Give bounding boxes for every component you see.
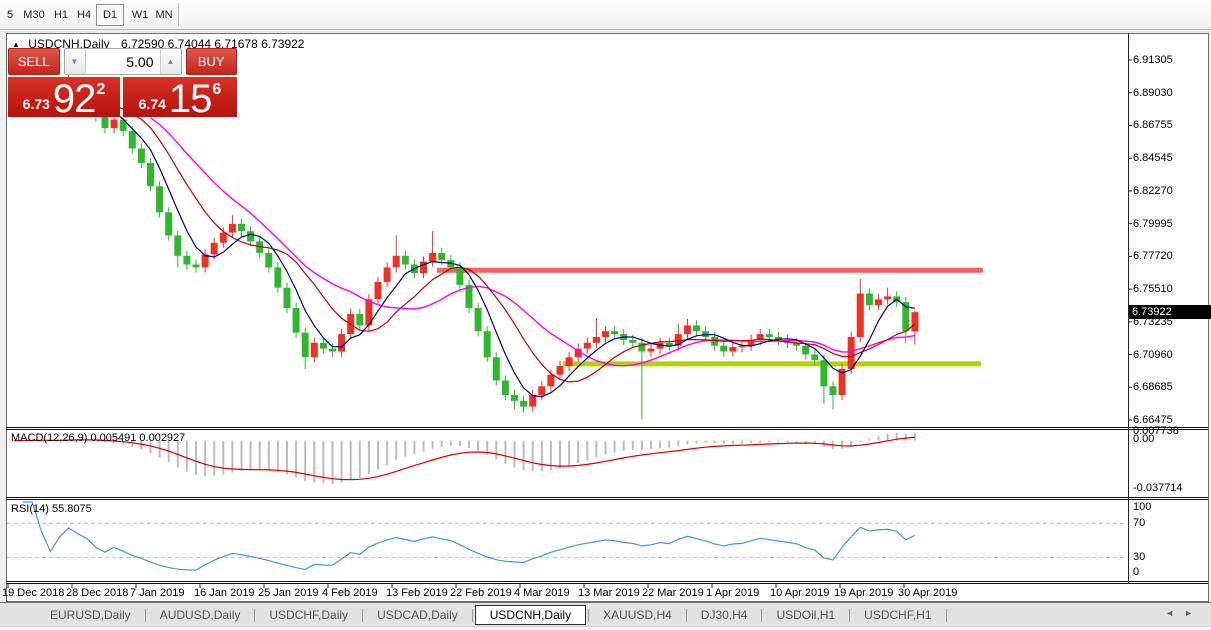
sell-price-base: 6.73 — [22, 96, 50, 112]
price-axis-label: 6.86755 — [1133, 119, 1173, 132]
chart-tab-usdcnh-daily[interactable]: USDCNH,Daily — [474, 605, 587, 625]
tab-scroll-right-icon[interactable]: ► — [1184, 608, 1203, 618]
date-axis-label: 16 Jan 2019 — [194, 587, 255, 599]
macd-axis-label: -0.037714 — [1133, 482, 1183, 494]
tab-separator — [471, 608, 473, 622]
volume-input[interactable] — [85, 49, 160, 74]
one-click-trading-panel: SELL ▼ ▲ BUY 6.73922 6.74156 — [8, 48, 237, 121]
date-axis-label: 19 Dec 2018 — [2, 587, 65, 599]
tab-separator — [144, 608, 146, 622]
chart-tab-xauusd-h4[interactable]: XAUUSD,H4 — [591, 606, 684, 624]
buy-price-base: 6.74 — [138, 96, 166, 112]
rsi-axis-label: 30 — [1133, 551, 1146, 563]
date-axis-label: 4 Mar 2019 — [514, 587, 570, 599]
price-axis-label: 6.79995 — [1133, 217, 1173, 230]
price-axis-label: 6.75510 — [1133, 283, 1173, 296]
chart-tab-audusd-daily[interactable]: AUDUSD,Daily — [148, 606, 253, 624]
buy-button[interactable]: BUY — [185, 48, 237, 75]
volume-stepper: ▼ ▲ — [63, 48, 182, 75]
volume-increase-button[interactable]: ▲ — [159, 49, 181, 74]
chart-tab-usdchf-daily[interactable]: USDCHF,Daily — [257, 606, 360, 624]
buy-price-sup: 6 — [212, 81, 222, 98]
rsi-indicator-label: RSI(14) 55.8075 — [11, 503, 92, 515]
spinner-up-icon: ▲ — [166, 57, 175, 66]
date-axis-label: 7 Jan 2019 — [130, 587, 185, 599]
date-axis-label: 25 Jan 2019 — [258, 587, 319, 599]
price-axis-label: 6.91305 — [1133, 54, 1173, 66]
sell-price-sup: 2 — [96, 81, 106, 98]
price-axis-label: 6.77720 — [1133, 250, 1173, 263]
spinner-down-icon: ▼ — [70, 57, 79, 66]
tab-separator — [254, 608, 256, 622]
current-price-badge: 6.73922 — [1129, 305, 1211, 320]
date-axis-label: 1 Apr 2019 — [706, 587, 760, 599]
sell-price-display[interactable]: 6.73 92 2 — [8, 77, 120, 121]
tab-separator — [945, 608, 947, 622]
date-axis-label: 19 Apr 2019 — [834, 587, 894, 599]
date-axis-label: 13 Feb 2019 — [386, 587, 448, 599]
chart-tab-usdoil-h1[interactable]: USDOil,H1 — [764, 606, 847, 624]
tab-separator — [761, 608, 763, 622]
chart-tab-bar: EURUSD,Daily AUDUSD,Daily USDCHF,Daily USDC… — [0, 602, 1211, 627]
tab-scroll-left-icon[interactable]: ◄ — [1165, 608, 1184, 618]
price-axis-label: 6.89030 — [1133, 86, 1173, 99]
date-axis-label: 4 Feb 2019 — [322, 587, 378, 599]
tab-separator — [685, 608, 687, 622]
date-axis-label: 22 Mar 2019 — [642, 587, 704, 599]
macd-indicator-label: MACD(12,26,9) 0.005491 0.002927 — [11, 432, 186, 444]
price-axis-label: 6.84545 — [1133, 152, 1173, 165]
tab-scroll-arrows: ◄► — [1165, 608, 1203, 618]
date-axis-label: 22 Feb 2019 — [450, 587, 512, 599]
chart-tabs: EURUSD,Daily AUDUSD,Daily USDCHF,Daily USDC… — [38, 603, 949, 627]
chart-tab-usdcad-daily[interactable]: USDCAD,Daily — [365, 606, 470, 624]
sell-price-big: 92 — [52, 77, 96, 121]
price-axis-label: 6.68685 — [1133, 381, 1173, 394]
sell-button[interactable]: SELL — [8, 48, 60, 75]
rsi-axis-label: 100 — [1133, 501, 1152, 513]
status-bar — [0, 626, 1211, 630]
tab-separator — [849, 608, 851, 622]
price-axis-label: 6.82270 — [1133, 184, 1173, 197]
date-axis-label: 13 Mar 2019 — [578, 587, 640, 599]
date-axis-label: 28 Dec 2018 — [66, 587, 129, 599]
rsi-axis-label: 0 — [1133, 566, 1140, 578]
price-axis-label: 6.70960 — [1133, 348, 1173, 361]
buy-price-big: 15 — [168, 77, 212, 121]
rsi-axis-label: 70 — [1133, 517, 1146, 529]
chart-tab-eurusd-daily[interactable]: EURUSD,Daily — [38, 606, 143, 624]
tab-separator — [362, 608, 364, 622]
trading-terminal: 5 M30 H1 H4 D1 W1 MN ▲ USDCNH,Daily 6.72590 6.… — [0, 0, 1211, 630]
buy-price-display[interactable]: 6.74 15 6 — [123, 77, 237, 121]
date-axis-label: 30 Apr 2019 — [898, 587, 958, 599]
date-axis-label: 10 Apr 2019 — [770, 587, 830, 599]
chart-tab-dj30-h4[interactable]: DJ30,H4 — [689, 606, 760, 624]
macd-axis-label: 0.00 — [1133, 433, 1155, 445]
tab-separator — [588, 608, 590, 622]
chart-tab-usdchf-h1[interactable]: USDCHF,H1 — [852, 606, 943, 624]
volume-decrease-button[interactable]: ▼ — [64, 49, 86, 74]
